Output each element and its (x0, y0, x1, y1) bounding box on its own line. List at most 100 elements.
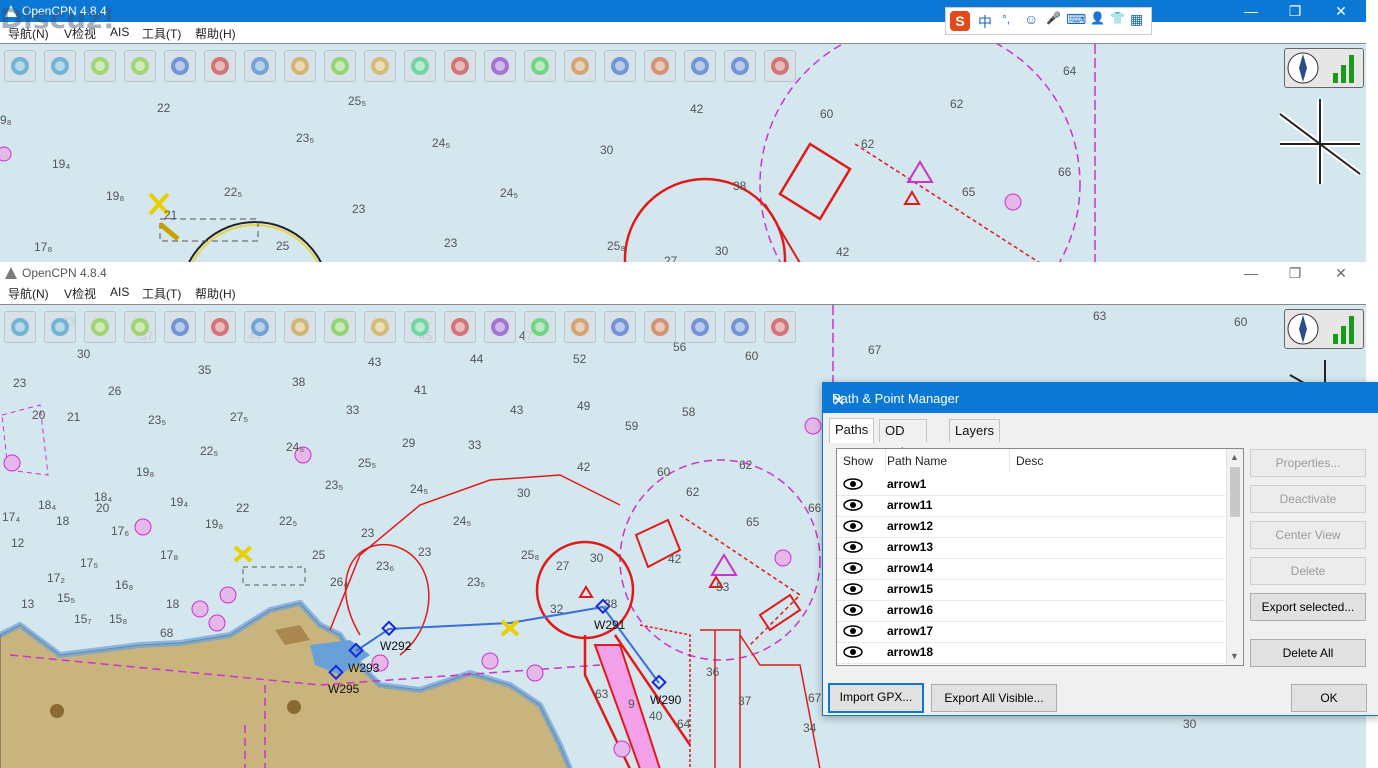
eye-icon[interactable] (843, 541, 863, 553)
path-row[interactable]: arrow11 (837, 495, 1225, 517)
waypoint-label[interactable]: W293 (348, 661, 379, 675)
compass-gps-indicator[interactable] (1284, 309, 1364, 349)
ship-button[interactable] (204, 50, 236, 82)
scale-out-button[interactable] (124, 311, 156, 343)
ime-toolbox-icon[interactable]: ▦ (1130, 11, 1143, 28)
text-button[interactable] (284, 311, 316, 343)
close-icon[interactable]: ✕ (1326, 264, 1356, 282)
minimize-icon[interactable]: — (1236, 2, 1266, 20)
track-button[interactable] (524, 50, 556, 82)
settings-button[interactable] (244, 50, 276, 82)
tab-paths[interactable]: Paths (829, 418, 875, 443)
path-row[interactable]: arrow12 (837, 516, 1225, 538)
route-button[interactable] (164, 311, 196, 343)
eye-icon[interactable] (843, 520, 863, 532)
eye-icon[interactable] (843, 562, 863, 574)
zoom-in-button[interactable] (4, 311, 36, 343)
zoom-in-button[interactable] (4, 50, 36, 82)
deactivate-button[interactable]: Deactivate (1250, 485, 1366, 513)
tide-button[interactable] (404, 311, 436, 343)
print-button[interactable] (444, 311, 476, 343)
maximize-icon[interactable]: ❐ (1280, 264, 1310, 282)
route-button[interactable] (164, 50, 196, 82)
title-bar[interactable]: OpenCPN 4.8.4 — ❐ ✕ (0, 262, 1366, 282)
column-path-name[interactable]: Path Name (886, 449, 1010, 473)
zoom-out-button[interactable] (44, 50, 76, 82)
menu-help[interactable]: 帮助(H) (195, 285, 236, 302)
path-row[interactable]: arrow15 (837, 579, 1225, 601)
route-manager-button[interactable] (484, 311, 516, 343)
track-button[interactable] (524, 311, 556, 343)
center-view-button[interactable]: Center View (1250, 521, 1366, 549)
boundary-button[interactable] (724, 311, 756, 343)
ime-chinese-mode[interactable]: 中 (978, 12, 992, 32)
eye-icon[interactable] (843, 499, 863, 511)
title-bar[interactable]: OpenCPN 4.8.4 — ❐ ✕ (0, 0, 1366, 22)
waypoint-label[interactable]: W291 (594, 618, 625, 632)
menu-tools[interactable]: 工具(T) (142, 25, 181, 42)
eye-icon[interactable] (843, 646, 863, 658)
eye-icon[interactable] (843, 478, 863, 490)
list-scrollbar[interactable]: ▲ ▼ (1226, 449, 1243, 665)
mark-button[interactable] (324, 311, 356, 343)
ime-punct-icon[interactable]: °, (1002, 12, 1010, 26)
ime-emoji-icon[interactable]: ☺ (1024, 11, 1038, 27)
lifebuoy-button[interactable] (764, 311, 796, 343)
path-row[interactable]: arrow18 (837, 642, 1225, 664)
waypoint-label[interactable]: W290 (650, 693, 681, 707)
compass-gps-indicator[interactable] (1284, 48, 1364, 88)
settings-button[interactable] (244, 311, 276, 343)
chart-button[interactable] (564, 311, 596, 343)
export-all-visible-button[interactable]: Export All Visible... (931, 684, 1057, 712)
text-button[interactable] (284, 50, 316, 82)
lifebuoy-button[interactable] (764, 50, 796, 82)
odraw-button[interactable] (684, 311, 716, 343)
path-row[interactable]: arrow16 (837, 600, 1225, 622)
menu-view[interactable]: V检视 (64, 285, 96, 302)
help-button[interactable] (604, 311, 636, 343)
ime-user-icon[interactable]: 👤 (1090, 11, 1105, 25)
scale-in-button[interactable] (84, 50, 116, 82)
maximize-icon[interactable]: ❐ (1280, 2, 1310, 20)
ime-skin-icon[interactable]: 👕 (1110, 11, 1125, 25)
menu-tools[interactable]: 工具(T) (142, 285, 181, 302)
column-show[interactable]: Show (837, 449, 886, 473)
tab-od-points[interactable]: OD Points (879, 419, 928, 460)
chart-canvas[interactable]: 22 25₅ 23₅ 24₅ 30 19₄ 19₈ 22₅ 24₅ 23 21 17₈ 25 23 25₈ 2… (0, 43, 1366, 262)
zoom-out-button[interactable] (44, 311, 76, 343)
minimize-icon[interactable]: — (1236, 264, 1266, 282)
delete-button[interactable]: Delete (1250, 557, 1366, 585)
column-desc[interactable]: Desc (1015, 449, 1226, 473)
man-overboard-button[interactable] (644, 311, 676, 343)
path-row[interactable]: arrow13 (837, 537, 1225, 559)
ime-voice-icon[interactable]: 🎤 (1046, 11, 1061, 25)
paths-list[interactable]: Show Path Name Desc arrow1 arrow11 arrow12… (836, 448, 1244, 666)
eye-icon[interactable] (843, 583, 863, 595)
path-row[interactable]: arrow17 (837, 621, 1225, 643)
eye-icon[interactable] (843, 625, 863, 637)
path-row[interactable]: arrow14 (837, 558, 1225, 580)
stretch-button[interactable] (364, 311, 396, 343)
scale-in-button[interactable] (84, 311, 116, 343)
ime-toolbar[interactable]: S 中 °, ☺ 🎤 ⌨ 👤 👕 ▦ (945, 7, 1152, 35)
tide-button[interactable] (404, 50, 436, 82)
ime-keyboard-icon[interactable]: ⌨ (1066, 11, 1086, 28)
scale-out-button[interactable] (124, 50, 156, 82)
path-row[interactable]: arrow1 (837, 474, 1225, 496)
scroll-down-icon[interactable]: ▼ (1230, 651, 1239, 661)
export-selected-button[interactable]: Export selected... (1250, 593, 1366, 621)
delete-all-button[interactable]: Delete All (1250, 639, 1366, 667)
boundary-button[interactable] (724, 50, 756, 82)
chart-button[interactable] (564, 50, 596, 82)
menu-ais[interactable]: AIS (110, 285, 129, 299)
close-icon[interactable]: ✕ (1326, 2, 1356, 20)
man-overboard-button[interactable] (644, 50, 676, 82)
dialog-title-bar[interactable]: Path & Point Manager ✕ (823, 383, 1378, 413)
help-button[interactable] (604, 50, 636, 82)
menu-navigate[interactable]: 导航(N) (8, 285, 49, 302)
ship-button[interactable] (204, 311, 236, 343)
waypoint-label[interactable]: W295 (328, 682, 359, 696)
properties-button[interactable]: Properties... (1250, 449, 1366, 477)
print-button[interactable] (444, 50, 476, 82)
ok-button[interactable]: OK (1291, 684, 1367, 712)
